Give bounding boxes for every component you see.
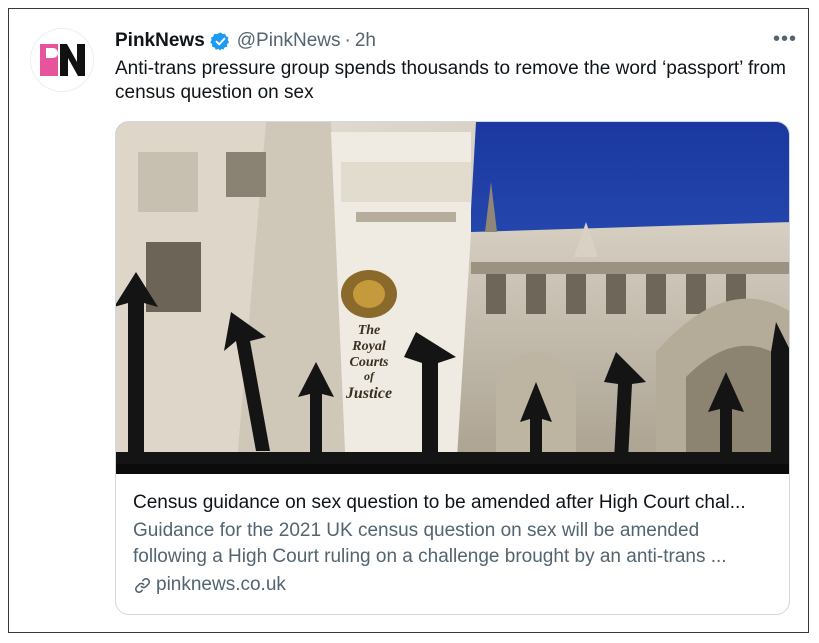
- verified-badge-icon: [210, 31, 229, 51]
- svg-text:of: of: [364, 369, 375, 383]
- separator-dot: ·: [344, 30, 351, 51]
- card-description: Guidance for the 2021 UK census question…: [133, 520, 727, 567]
- svg-text:The: The: [358, 323, 381, 338]
- author-handle[interactable]: @PinkNews: [237, 30, 341, 52]
- link-icon: [135, 577, 150, 593]
- tweet-header: PinkNews @PinkNews · 2h: [115, 28, 376, 54]
- card-image: The Royal Courts of Justice: [116, 122, 789, 474]
- avatar[interactable]: [30, 28, 94, 92]
- svg-text:Royal: Royal: [351, 339, 386, 354]
- card-domain[interactable]: pinknews.co.uk: [133, 572, 778, 598]
- author-name[interactable]: PinkNews: [115, 30, 205, 52]
- pinknews-logo-icon: [40, 44, 85, 76]
- link-card[interactable]: The Royal Courts of Justice Census guida…: [115, 121, 790, 615]
- tweet-text: Anti-trans pressure group spends thousan…: [115, 58, 786, 103]
- tweet-timestamp[interactable]: 2h: [355, 30, 376, 52]
- card-body: Census guidance on sex question to be am…: [133, 490, 778, 598]
- svg-text:Justice: Justice: [345, 385, 392, 402]
- svg-text:Courts: Courts: [350, 355, 389, 370]
- card-domain-text: pinknews.co.uk: [156, 574, 286, 595]
- more-options-button[interactable]: •••: [773, 28, 797, 51]
- card-title[interactable]: Census guidance on sex question to be am…: [133, 490, 778, 516]
